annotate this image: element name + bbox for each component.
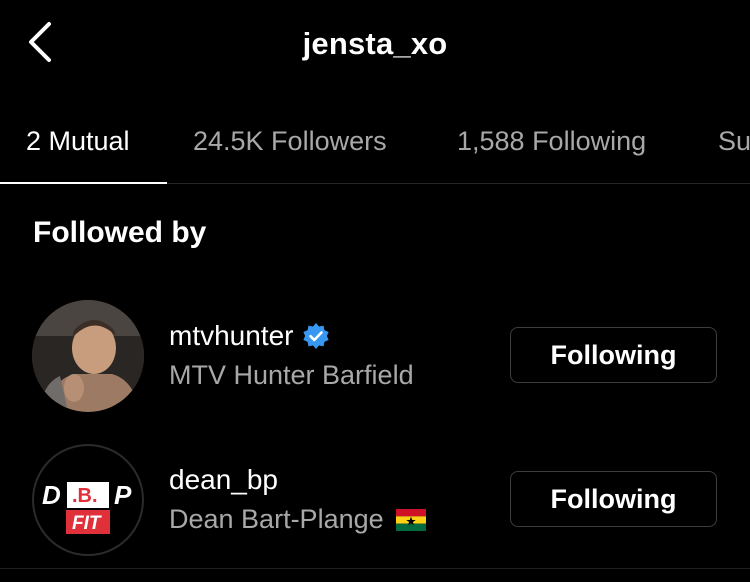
svg-text:P: P — [114, 480, 132, 510]
followers-screen: jensta_xo 2 Mutual 24.5K Followers 1,588… — [0, 0, 750, 582]
svg-text:D: D — [42, 480, 61, 510]
ghana-flag-icon — [395, 508, 426, 531]
tab-following[interactable]: 1,588 Following — [457, 98, 646, 184]
svg-text:FIT: FIT — [72, 513, 102, 534]
avatar[interactable]: D .B. P FIT — [32, 444, 144, 556]
avatar[interactable] — [32, 300, 144, 412]
tab-suggested[interactable]: Su — [718, 98, 750, 184]
username[interactable]: dean_bp — [169, 464, 278, 496]
username[interactable]: mtvhunter — [169, 320, 330, 352]
following-button[interactable]: Following — [510, 327, 717, 383]
username-text: dean_bp — [169, 464, 279, 495]
active-tab-indicator — [0, 182, 167, 184]
section-title: Followed by — [33, 216, 207, 249]
list-item[interactable]: mtvhunter MTV Hunter Barfield Following — [0, 286, 750, 426]
following-button[interactable]: Following — [510, 471, 717, 527]
tab-followers[interactable]: 24.5K Followers — [193, 98, 387, 184]
verified-badge-icon — [302, 323, 329, 349]
tab-mutual[interactable]: 2 Mutual — [26, 98, 130, 184]
svg-text:.B.: .B. — [72, 485, 98, 507]
profile-photo — [32, 300, 144, 412]
list-item[interactable]: D .B. P FIT dean_bp Dean Bart-Plange Fol… — [0, 430, 750, 570]
full-name: MTV Hunter Barfield — [169, 360, 414, 391]
full-name-text: Dean Bart-Plange — [169, 504, 384, 534]
username-text: mtvhunter — [169, 320, 294, 351]
full-name: Dean Bart-Plange — [169, 504, 426, 535]
page-title: jensta_xo — [302, 26, 448, 61]
full-name-text: MTV Hunter Barfield — [169, 360, 414, 390]
dbp-fit-logo: D .B. P FIT — [42, 480, 132, 534]
divider — [0, 568, 750, 569]
tab-bar: 2 Mutual 24.5K Followers 1,588 Following… — [0, 98, 750, 184]
